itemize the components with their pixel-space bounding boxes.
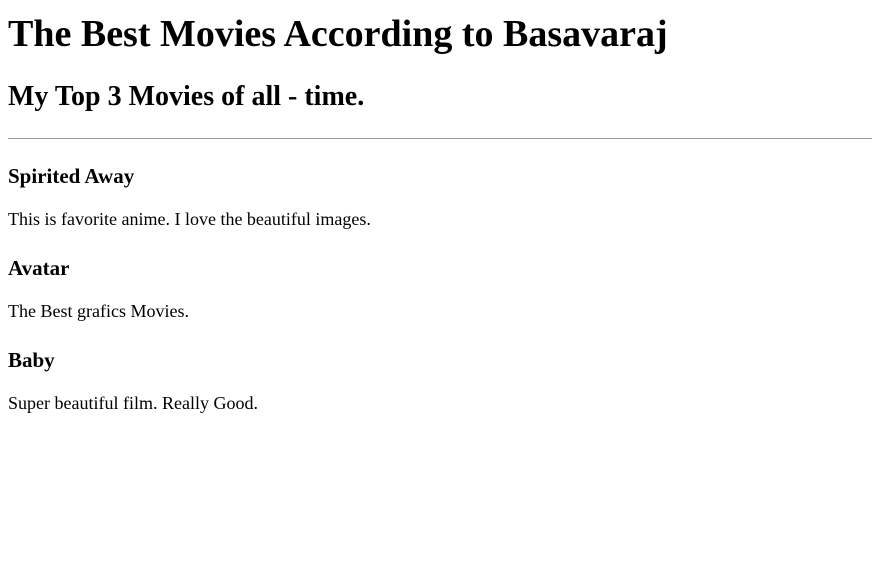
movie-item-baby: Baby Super beautiful film. Really Good. [8,347,872,415]
movie-item-spirited-away: Spirited Away This is favorite anime. I … [8,163,872,231]
movie-title: Baby [8,348,55,372]
movie-title: Avatar [8,256,70,280]
page-title: The Best Movies According to Basavaraj [8,13,668,55]
movie-title: Spirited Away [8,164,135,188]
page-content: The Best Movies According to Basavaraj M… [0,12,880,415]
page-subtitle: My Top 3 Movies of all - time. [8,81,365,112]
movie-description: Super beautiful film. Really Good. [8,393,258,413]
divider [8,138,872,139]
movie-item-avatar: Avatar The Best grafics Movies. [8,255,872,323]
movie-description: The Best grafics Movies. [8,301,189,321]
movie-description: This is favorite anime. I love the beaut… [8,209,371,229]
